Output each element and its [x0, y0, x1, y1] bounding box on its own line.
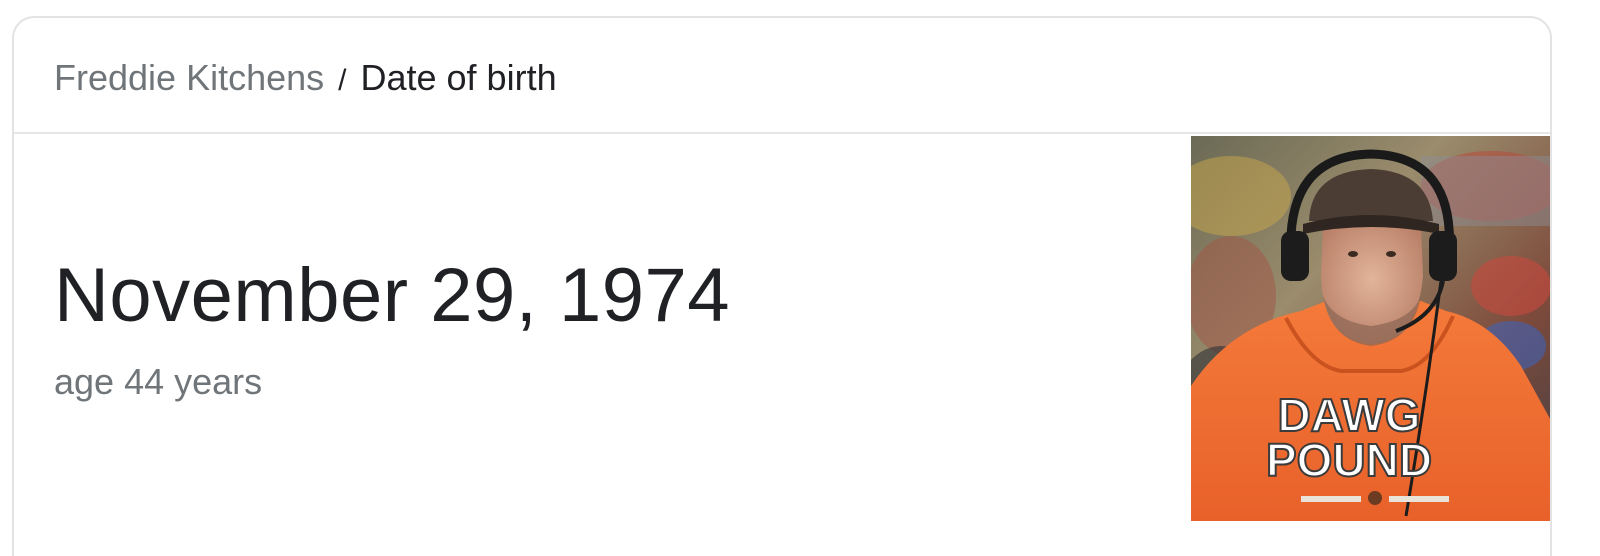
person-photo[interactable]: DAWG POUND [1191, 136, 1552, 521]
age-text: age 44 years [54, 361, 263, 402]
headset-right-cup [1429, 231, 1457, 281]
hoodie-stripe-right [1389, 496, 1449, 502]
card-header: Freddie Kitchens / Date of birth [14, 18, 1550, 134]
headset-left-cup [1281, 231, 1309, 281]
breadcrumb-separator: / [338, 64, 347, 97]
hoodie-logo-icon [1368, 491, 1382, 505]
breadcrumb: Freddie Kitchens / Date of birth [54, 56, 557, 103]
breadcrumb-current: Date of birth [360, 57, 557, 98]
hoodie-stripe-left [1301, 496, 1361, 502]
knowledge-card: Freddie Kitchens / Date of birth November … [12, 16, 1552, 556]
background-blur-4 [1471, 256, 1550, 316]
right-eye [1386, 251, 1396, 257]
birth-date: November 29, 1974 [54, 253, 731, 338]
hoodie-text-line2: POUND [1266, 434, 1432, 486]
left-eye [1348, 251, 1358, 257]
breadcrumb-parent-link[interactable]: Freddie Kitchens [54, 57, 324, 98]
